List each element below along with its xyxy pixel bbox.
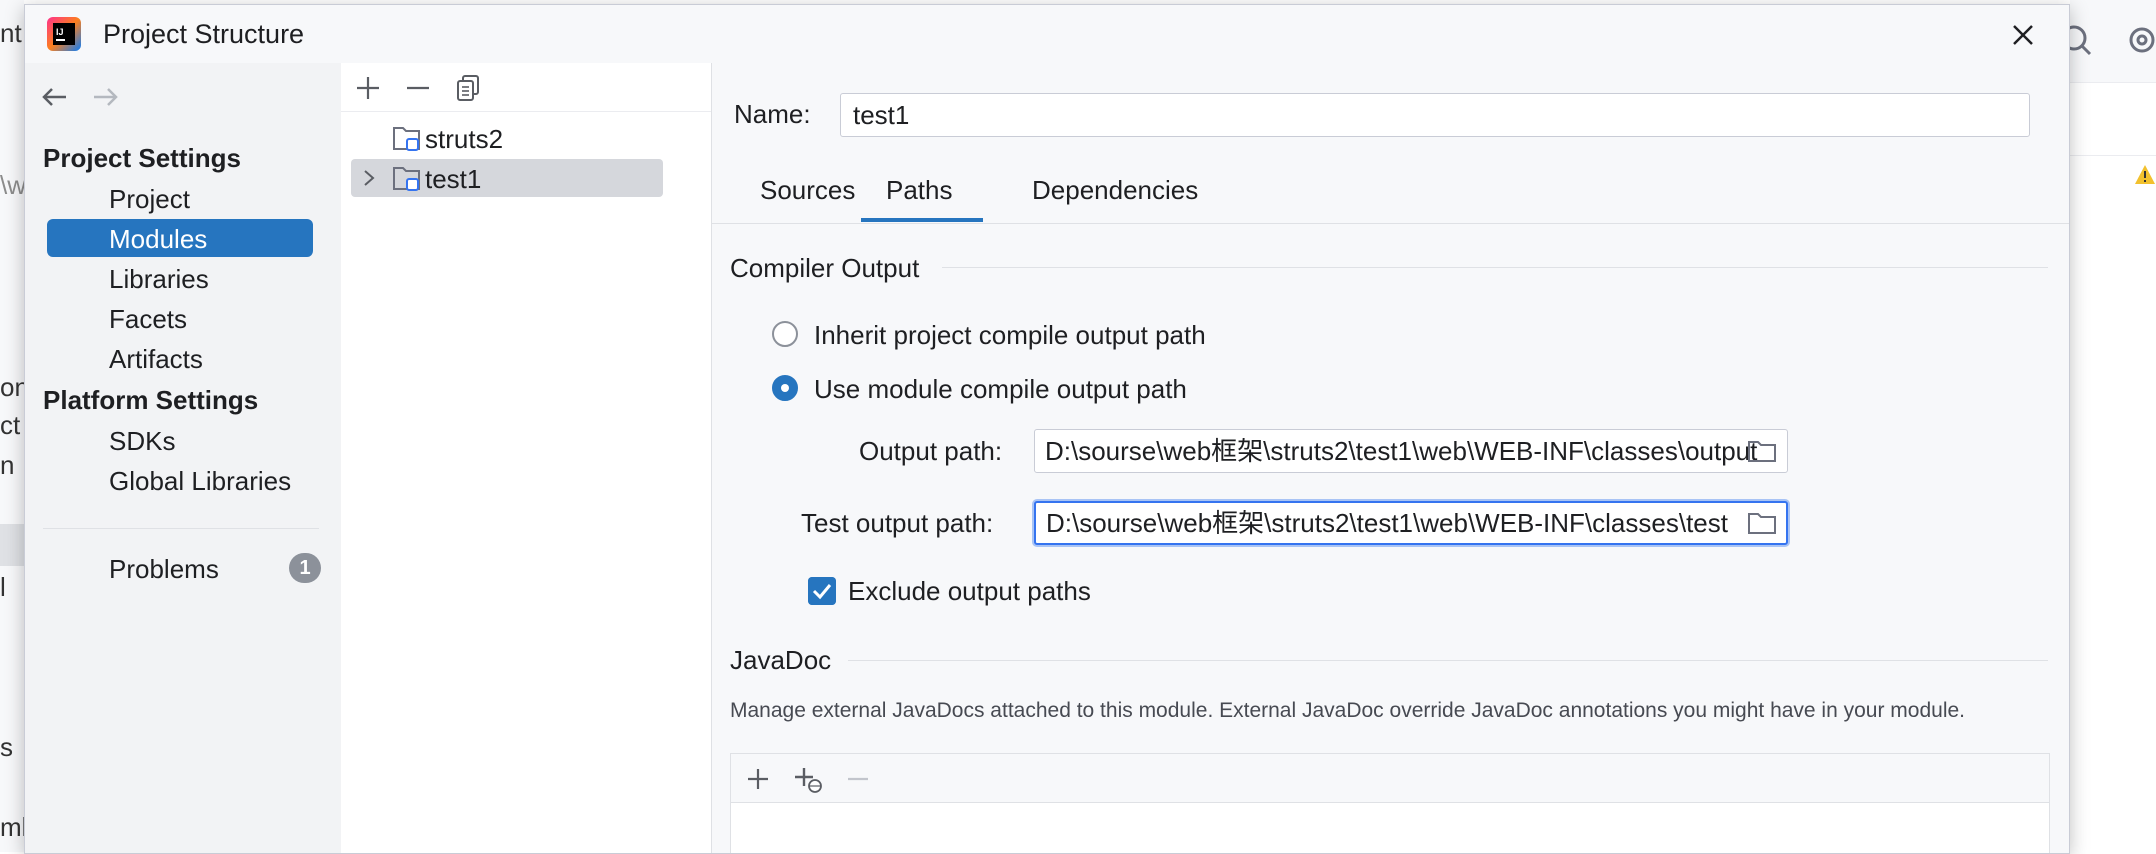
use-module-output-radio[interactable] [772,375,798,401]
browse-folder-icon[interactable] [1746,437,1778,465]
nav-item-facets[interactable]: Facets [47,299,313,337]
background-ide-right [2070,0,2156,852]
background-text-fragment: \w [0,170,26,200]
module-folder-icon [393,167,420,191]
nav-item-label: SDKs [109,426,176,456]
test-output-path-input[interactable]: D:\sourse\web框架\struts2\test1\web\WEB-IN… [1034,501,1788,545]
nav-item-label: Artifacts [109,344,203,374]
nav-item-label: Problems [109,554,219,584]
module-name: test1 [425,164,482,194]
active-tab-indicator [861,218,983,222]
module-folder-icon [393,127,420,151]
tab-paths[interactable]: Paths [886,175,953,206]
nav-item-label: Libraries [109,264,209,294]
javadoc-divider [848,660,2048,661]
add-icon[interactable] [351,71,385,105]
module-tree-toolbar [341,63,711,112]
problems-count-badge: 1 [289,553,321,583]
nav-item-modules[interactable]: Modules [47,219,313,257]
exclude-output-checkbox[interactable] [808,577,836,605]
module-tree-panel: struts2 test1 [341,63,712,853]
inherit-output-radio[interactable] [772,321,798,347]
module-tree-item-struts2[interactable]: struts2 [351,119,663,157]
nav-item-label: Global Libraries [109,466,292,496]
copy-icon[interactable] [451,71,485,105]
back-arrow-icon[interactable] [39,81,71,113]
use-module-output-label[interactable]: Use module compile output path [814,374,1187,405]
name-label: Name: [734,99,811,129]
project-structure-dialog: IJ Project Structure Project Settings Pr… [24,4,2070,854]
intellij-logo-icon: IJ [47,17,81,51]
nav-item-libraries[interactable]: Libraries [47,259,313,297]
dialog-title: Project Structure [103,19,305,49]
exclude-output-label[interactable]: Exclude output paths [848,576,1091,607]
module-details-panel: Name: test1 Sources Paths Dependencies C… [712,63,2069,853]
background-text-fragment: ct [0,410,21,440]
tabs-divider [712,223,2069,224]
remove-icon[interactable] [841,762,875,796]
module-name: struts2 [425,124,504,154]
close-icon[interactable] [2005,17,2041,53]
nav-item-label: Facets [109,304,188,334]
nav-item-label: Project [109,184,190,214]
add-url-icon[interactable] [791,762,825,796]
output-path-label: Output path: [859,436,1003,466]
add-icon[interactable] [741,762,775,796]
background-tab-strip [2070,82,2156,156]
background-text-fragment: l [0,572,6,602]
nav-item-project[interactable]: Project [47,179,313,217]
forward-arrow-icon[interactable] [89,81,121,113]
test-output-path-label: Test output path: [801,508,994,538]
javadoc-title: JavaDoc [730,645,832,675]
inherit-output-label[interactable]: Inherit project compile output path [814,320,1206,351]
output-path-input[interactable]: D:\sourse\web框架\struts2\test1\web\WEB-IN… [1034,429,1788,473]
nav-item-label: Modules [109,224,208,254]
output-path-value: D:\sourse\web框架\struts2\test1\web\WEB-IN… [1045,436,1758,466]
module-name-input[interactable]: test1 [840,93,2030,137]
javadoc-description: Manage external JavaDocs attached to thi… [730,699,1966,722]
settings-navigation: Project Settings Project Modules Librari… [25,63,342,853]
background-highlight-row [0,524,24,566]
nav-divider [43,528,319,529]
tab-dependencies[interactable]: Dependencies [1032,175,1198,206]
background-text-fragment: n [0,450,15,480]
tab-sources[interactable]: Sources [760,175,855,206]
chevron-right-icon[interactable] [359,167,379,189]
test-output-path-value: D:\sourse\web框架\struts2\test1\web\WEB-IN… [1046,508,1728,538]
nav-item-problems[interactable]: Problems [47,549,313,587]
svg-text:IJ: IJ [56,27,64,37]
compiler-output-divider [942,267,2048,268]
module-tree-item-test1[interactable]: test1 [351,159,663,197]
remove-icon[interactable] [401,71,435,105]
dialog-titlebar: IJ Project Structure [25,5,2069,63]
background-ide-left: nt \w on ct n l s ml [0,0,29,852]
compiler-output-title: Compiler Output [730,253,920,283]
search-icon[interactable] [2070,20,2100,60]
nav-header-project-settings: Project Settings [43,143,241,173]
nav-item-artifacts[interactable]: Artifacts [47,339,313,377]
warning-icon [2135,165,2155,184]
javadoc-toolbar [731,754,2049,803]
browse-folder-icon[interactable] [1746,509,1778,537]
background-text-fragment: s [0,732,13,762]
nav-header-platform-settings: Platform Settings [43,385,259,415]
nav-item-sdks[interactable]: SDKs [47,421,313,459]
gear-icon[interactable] [2122,20,2156,60]
nav-item-global-libraries[interactable]: Global Libraries [47,461,313,499]
javadoc-list [730,753,2050,853]
background-text-fragment: nt [0,18,22,48]
